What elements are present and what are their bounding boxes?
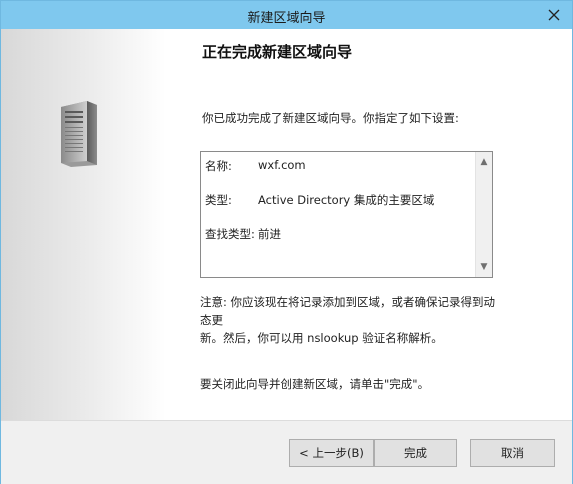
close-button[interactable] — [536, 1, 572, 29]
type-label: 类型: — [205, 193, 232, 207]
name-label: 名称: — [205, 159, 232, 173]
title-bar[interactable]: 新建区域向导 — [1, 1, 572, 29]
summary-scrollbar[interactable]: ▲ ▼ — [475, 152, 492, 277]
type-value: Active Directory 集成的主要区域 — [258, 193, 435, 207]
close-instruction: 要关闭此向导并创建新区域，请单击"完成"。 — [200, 377, 430, 391]
settings-summary-content: 名称: wxf.com 类型: Active Directory 集成的主要区域… — [205, 158, 472, 277]
lookup-label: 查找类型: — [205, 227, 255, 241]
scroll-down-arrow-icon[interactable]: ▼ — [476, 259, 492, 275]
back-button[interactable]: < 上一步(B) — [289, 439, 374, 467]
summary-row-name: 名称: wxf.com — [205, 158, 306, 174]
note-line-1: 注意: 你应该现在将记录添加到区域，或者确保记录得到动态更 — [200, 295, 496, 327]
settings-summary-box[interactable]: 名称: wxf.com 类型: Active Directory 集成的主要区域… — [200, 151, 493, 278]
note-line-2: 新。然后，你可以用 nslookup 验证名称解析。 — [200, 331, 443, 345]
server-icon — [61, 101, 97, 167]
button-bar: < 上一步(B) 完成 取消 — [1, 420, 572, 484]
cancel-button[interactable]: 取消 — [470, 439, 555, 467]
window-title: 新建区域向导 — [247, 11, 326, 26]
scroll-up-arrow-icon[interactable]: ▲ — [476, 154, 492, 170]
summary-row-type: 类型: Active Directory 集成的主要区域 — [205, 192, 434, 208]
wizard-heading: 正在完成新建区域向导 — [202, 43, 353, 61]
intro-text: 你已成功完成了新建区域向导。你指定了如下设置: — [202, 111, 459, 125]
summary-row-lookup: 查找类型: 前进 — [205, 226, 281, 242]
wizard-sidebar — [1, 29, 166, 420]
wizard-window: 新建区域向导 正在完成新建区域向导 你已成功完成了新建区域向导。你指定了如下设置… — [0, 0, 573, 484]
name-value: wxf.com — [258, 158, 306, 172]
lookup-value: 前进 — [258, 227, 281, 241]
finish-button[interactable]: 完成 — [374, 439, 457, 467]
note-text: 注意: 你应该现在将记录添加到区域，或者确保记录得到动态更 新。然后，你可以用 … — [200, 293, 500, 347]
close-icon — [548, 9, 560, 21]
